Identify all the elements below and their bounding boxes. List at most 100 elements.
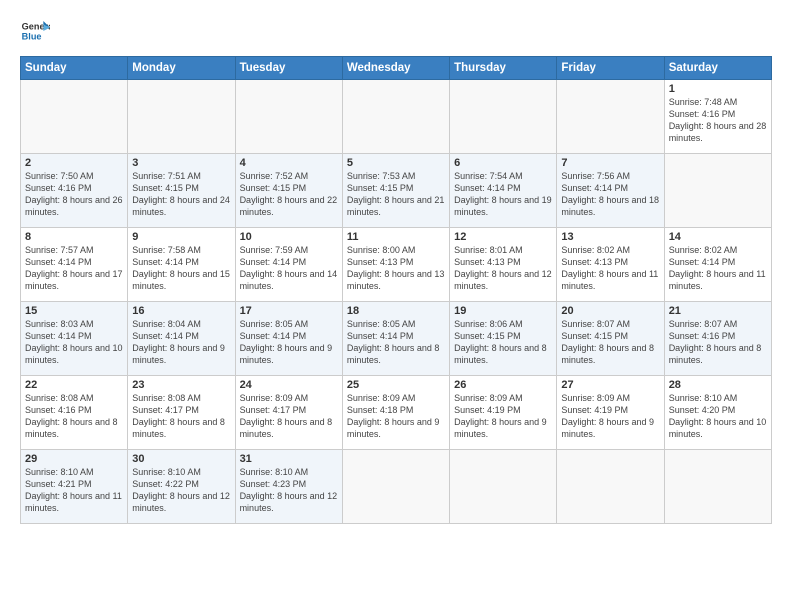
day-number: 6 [454,157,552,169]
calendar-table: SundayMondayTuesdayWednesdayThursdayFrid… [20,56,772,524]
day-number: 3 [132,157,230,169]
day-info: Sunrise: 8:08 AMSunset: 4:16 PMDaylight:… [25,392,123,441]
day-number: 8 [25,231,123,243]
day-number: 20 [561,305,659,317]
day-of-week-header: Saturday [664,57,771,80]
calendar-day-cell: 6Sunrise: 7:54 AMSunset: 4:14 PMDaylight… [450,154,557,228]
day-info: Sunrise: 8:00 AMSunset: 4:13 PMDaylight:… [347,244,445,293]
calendar-day-cell [342,450,449,524]
day-number: 28 [669,379,767,391]
calendar-week-row: 29Sunrise: 8:10 AMSunset: 4:21 PMDayligh… [21,450,772,524]
day-number: 30 [132,453,230,465]
calendar-day-cell: 17Sunrise: 8:05 AMSunset: 4:14 PMDayligh… [235,302,342,376]
calendar-day-cell: 16Sunrise: 8:04 AMSunset: 4:14 PMDayligh… [128,302,235,376]
day-info: Sunrise: 8:02 AMSunset: 4:13 PMDaylight:… [561,244,659,293]
calendar-day-cell [450,450,557,524]
day-info: Sunrise: 7:58 AMSunset: 4:14 PMDaylight:… [132,244,230,293]
day-info: Sunrise: 8:08 AMSunset: 4:17 PMDaylight:… [132,392,230,441]
day-info: Sunrise: 8:10 AMSunset: 4:21 PMDaylight:… [25,466,123,515]
day-info: Sunrise: 8:06 AMSunset: 4:15 PMDaylight:… [454,318,552,367]
day-of-week-header: Tuesday [235,57,342,80]
calendar-week-row: 1Sunrise: 7:48 AMSunset: 4:16 PMDaylight… [21,80,772,154]
day-of-week-header: Thursday [450,57,557,80]
calendar-day-cell: 12Sunrise: 8:01 AMSunset: 4:13 PMDayligh… [450,228,557,302]
calendar-day-cell: 29Sunrise: 8:10 AMSunset: 4:21 PMDayligh… [21,450,128,524]
calendar-day-cell: 9Sunrise: 7:58 AMSunset: 4:14 PMDaylight… [128,228,235,302]
calendar-day-cell: 31Sunrise: 8:10 AMSunset: 4:23 PMDayligh… [235,450,342,524]
day-of-week-header: Wednesday [342,57,449,80]
day-info: Sunrise: 8:07 AMSunset: 4:16 PMDaylight:… [669,318,767,367]
day-info: Sunrise: 8:07 AMSunset: 4:15 PMDaylight:… [561,318,659,367]
day-number: 1 [669,83,767,95]
day-number: 21 [669,305,767,317]
svg-text:Blue: Blue [22,31,42,41]
logo: General Blue [20,16,50,46]
day-number: 13 [561,231,659,243]
day-info: Sunrise: 8:10 AMSunset: 4:22 PMDaylight:… [132,466,230,515]
day-info: Sunrise: 8:09 AMSunset: 4:17 PMDaylight:… [240,392,338,441]
calendar-day-cell: 26Sunrise: 8:09 AMSunset: 4:19 PMDayligh… [450,376,557,450]
calendar-day-cell: 1Sunrise: 7:48 AMSunset: 4:16 PMDaylight… [664,80,771,154]
day-number: 7 [561,157,659,169]
day-number: 25 [347,379,445,391]
calendar-day-cell: 19Sunrise: 8:06 AMSunset: 4:15 PMDayligh… [450,302,557,376]
day-number: 26 [454,379,552,391]
calendar-day-cell: 20Sunrise: 8:07 AMSunset: 4:15 PMDayligh… [557,302,664,376]
calendar-day-cell: 2Sunrise: 7:50 AMSunset: 4:16 PMDaylight… [21,154,128,228]
calendar-day-cell: 3Sunrise: 7:51 AMSunset: 4:15 PMDaylight… [128,154,235,228]
day-number: 19 [454,305,552,317]
calendar-day-cell: 8Sunrise: 7:57 AMSunset: 4:14 PMDaylight… [21,228,128,302]
day-number: 22 [25,379,123,391]
calendar-day-cell: 4Sunrise: 7:52 AMSunset: 4:15 PMDaylight… [235,154,342,228]
calendar-day-cell [128,80,235,154]
day-of-week-header: Monday [128,57,235,80]
day-info: Sunrise: 8:10 AMSunset: 4:20 PMDaylight:… [669,392,767,441]
calendar-day-cell: 11Sunrise: 8:00 AMSunset: 4:13 PMDayligh… [342,228,449,302]
day-number: 27 [561,379,659,391]
header: General Blue [20,16,772,46]
day-of-week-header: Sunday [21,57,128,80]
calendar-day-cell [450,80,557,154]
day-info: Sunrise: 7:53 AMSunset: 4:15 PMDaylight:… [347,170,445,219]
day-info: Sunrise: 8:09 AMSunset: 4:19 PMDaylight:… [561,392,659,441]
calendar-day-cell [342,80,449,154]
day-info: Sunrise: 8:03 AMSunset: 4:14 PMDaylight:… [25,318,123,367]
day-number: 10 [240,231,338,243]
day-number: 11 [347,231,445,243]
day-number: 12 [454,231,552,243]
day-info: Sunrise: 7:57 AMSunset: 4:14 PMDaylight:… [25,244,123,293]
day-number: 9 [132,231,230,243]
calendar-day-cell: 27Sunrise: 8:09 AMSunset: 4:19 PMDayligh… [557,376,664,450]
day-number: 18 [347,305,445,317]
day-number: 14 [669,231,767,243]
calendar-day-cell [557,80,664,154]
day-number: 17 [240,305,338,317]
calendar-week-row: 2Sunrise: 7:50 AMSunset: 4:16 PMDaylight… [21,154,772,228]
calendar-page: General Blue SundayMondayTuesdayWednesda… [0,0,792,612]
day-info: Sunrise: 7:50 AMSunset: 4:16 PMDaylight:… [25,170,123,219]
day-number: 31 [240,453,338,465]
calendar-day-cell: 25Sunrise: 8:09 AMSunset: 4:18 PMDayligh… [342,376,449,450]
day-info: Sunrise: 8:09 AMSunset: 4:19 PMDaylight:… [454,392,552,441]
day-info: Sunrise: 8:02 AMSunset: 4:14 PMDaylight:… [669,244,767,293]
calendar-day-cell: 30Sunrise: 8:10 AMSunset: 4:22 PMDayligh… [128,450,235,524]
calendar-day-cell [664,450,771,524]
day-number: 24 [240,379,338,391]
calendar-week-row: 8Sunrise: 7:57 AMSunset: 4:14 PMDaylight… [21,228,772,302]
day-info: Sunrise: 7:54 AMSunset: 4:14 PMDaylight:… [454,170,552,219]
calendar-day-cell: 18Sunrise: 8:05 AMSunset: 4:14 PMDayligh… [342,302,449,376]
day-info: Sunrise: 7:59 AMSunset: 4:14 PMDaylight:… [240,244,338,293]
calendar-day-cell: 28Sunrise: 8:10 AMSunset: 4:20 PMDayligh… [664,376,771,450]
day-info: Sunrise: 8:01 AMSunset: 4:13 PMDaylight:… [454,244,552,293]
day-info: Sunrise: 8:10 AMSunset: 4:23 PMDaylight:… [240,466,338,515]
day-info: Sunrise: 8:09 AMSunset: 4:18 PMDaylight:… [347,392,445,441]
day-number: 15 [25,305,123,317]
day-number: 4 [240,157,338,169]
calendar-day-cell: 23Sunrise: 8:08 AMSunset: 4:17 PMDayligh… [128,376,235,450]
calendar-day-cell [235,80,342,154]
calendar-day-cell: 21Sunrise: 8:07 AMSunset: 4:16 PMDayligh… [664,302,771,376]
calendar-week-row: 22Sunrise: 8:08 AMSunset: 4:16 PMDayligh… [21,376,772,450]
day-info: Sunrise: 7:52 AMSunset: 4:15 PMDaylight:… [240,170,338,219]
day-info: Sunrise: 8:05 AMSunset: 4:14 PMDaylight:… [347,318,445,367]
day-of-week-header: Friday [557,57,664,80]
